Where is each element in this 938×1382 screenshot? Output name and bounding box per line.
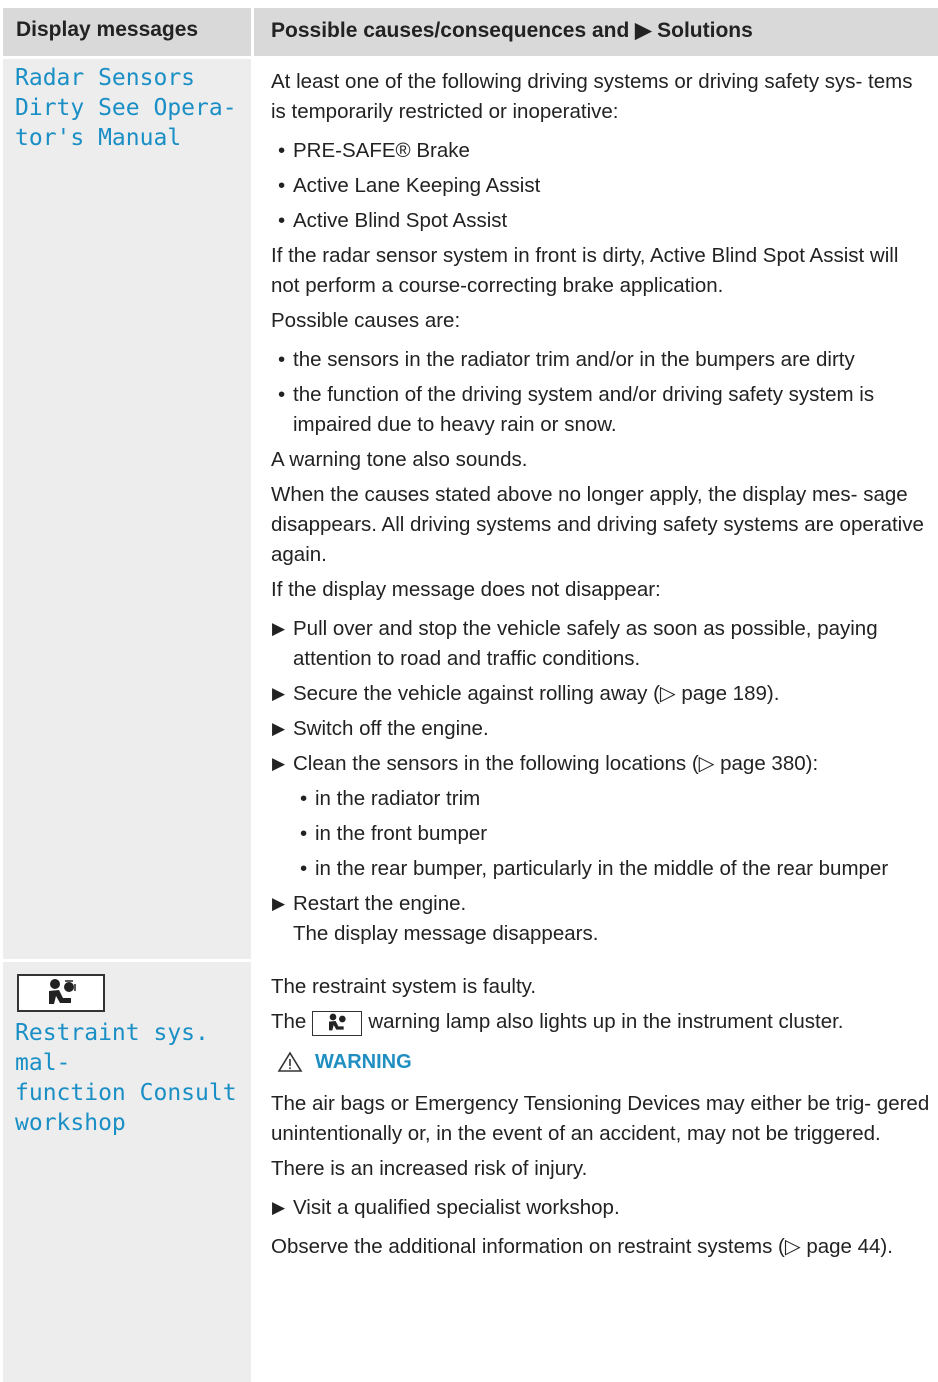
- display-message-text: Radar Sensors Dirty See Opera- tor's Man…: [15, 63, 251, 153]
- warning-heading: WARNING: [277, 1047, 930, 1077]
- message-line: function Consult: [15, 1080, 237, 1106]
- result-text: The display message disappears.: [293, 922, 599, 945]
- display-message-cell: Restraint sys. mal- function Consult wor…: [3, 962, 254, 1382]
- triangle-right-icon: ▶: [272, 754, 286, 773]
- list-item: in the radiator trim: [271, 784, 930, 814]
- list-item: PRE-SAFE® Brake: [271, 136, 930, 166]
- message-line: Restraint sys. mal-: [15, 1020, 209, 1076]
- action-step: ▶ Visit a qualified specialist workshop.: [271, 1193, 930, 1223]
- triangle-right-icon: ▶: [272, 894, 286, 913]
- causes-heading: Possible causes are:: [271, 309, 461, 332]
- triangle-right-icon: ▶: [272, 719, 286, 738]
- if-not-text: If the display message does not disappea…: [271, 578, 661, 601]
- list-item: the function of the driving system and/o…: [271, 380, 930, 440]
- triangle-right-icon: ▶: [272, 619, 286, 638]
- warning-tone-text: A warning tone also sounds.: [271, 448, 528, 471]
- list-item: Active Lane Keeping Assist: [271, 171, 930, 201]
- display-message-cell: Radar Sensors Dirty See Opera- tor's Man…: [3, 59, 254, 959]
- recovery-text: When the causes stated above no longer a…: [271, 483, 924, 566]
- display-message-text: Restraint sys. mal- function Consult wor…: [15, 1018, 251, 1138]
- action-step: ▶ Pull over and stop the vehicle safely a…: [271, 614, 930, 674]
- causes-cell: At least one of the following driving sy…: [254, 59, 938, 959]
- warning-text: The air bags or Emergency Tensioning Dev…: [271, 1092, 930, 1145]
- lamp-text: The warning lamp also lights up in the i…: [271, 1007, 930, 1037]
- action-step: ▶ Secure the vehicle against rolling away…: [271, 679, 930, 709]
- table-row: Restraint sys. mal- function Consult wor…: [3, 962, 938, 1382]
- warning-triangle-icon: [277, 1051, 303, 1072]
- list-item: in the rear bumper, particularly in the …: [271, 854, 930, 884]
- triangle-right-icon: ▶: [272, 1198, 286, 1217]
- message-line: Dirty See Opera-: [15, 95, 237, 121]
- message-line: workshop: [15, 1110, 126, 1136]
- airbag-warning-icon: [312, 1010, 363, 1036]
- radar-note: If the radar sensor system in front is d…: [271, 244, 899, 297]
- list-item: the sensors in the radiator trim and/or …: [271, 345, 930, 375]
- intro-text: At least one of the following driving sy…: [271, 70, 913, 123]
- risk-text: There is an increased risk of injury.: [271, 1157, 588, 1180]
- list-item: Active Blind Spot Assist: [271, 206, 930, 236]
- action-step: ▶ Clean the sensors in the following loca…: [271, 749, 930, 779]
- action-step: ▶ Switch off the engine.: [271, 714, 930, 744]
- header-display-messages: Display messages: [3, 8, 254, 56]
- airbag-warning-icon: [17, 974, 105, 1012]
- causes-cell: The restraint system is faulty. The warn…: [254, 962, 938, 1382]
- observe-text: Observe the additional information on re…: [271, 1235, 893, 1258]
- message-line: Radar Sensors: [15, 65, 196, 91]
- table-header: Display messages Possible causes/consequ…: [3, 8, 938, 59]
- action-step: ▶ Restart the engine.: [271, 889, 930, 919]
- triangle-right-icon: ▶: [272, 684, 286, 703]
- message-line: tor's Manual: [15, 125, 182, 151]
- header-causes-solutions: Possible causes/consequences and ▶ Solut…: [271, 19, 753, 42]
- faulty-text: The restraint system is faulty.: [271, 975, 537, 998]
- list-item: in the front bumper: [271, 819, 930, 849]
- message-table: Display messages Possible causes/consequ…: [3, 8, 938, 1382]
- table-row: Radar Sensors Dirty See Opera- tor's Man…: [3, 59, 938, 962]
